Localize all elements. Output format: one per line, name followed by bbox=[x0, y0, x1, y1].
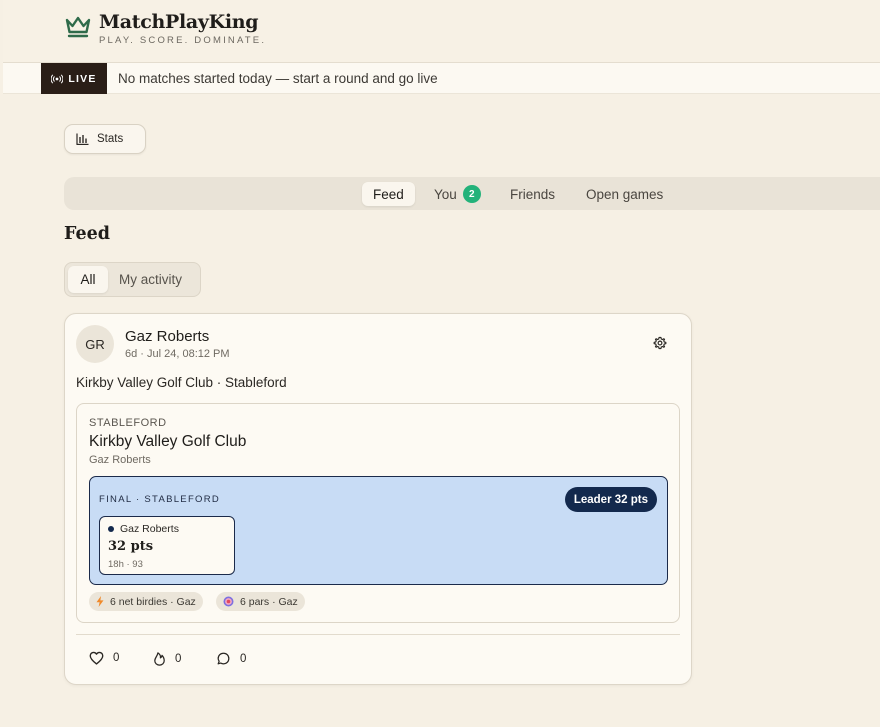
player-score-card[interactable]: Gaz Roberts 32 pts 18h · 93 bbox=[99, 516, 235, 575]
score-card-meta: 18h · 93 bbox=[108, 559, 143, 570]
result-label: FINAL · STABLEFORD bbox=[99, 494, 221, 505]
target-icon bbox=[223, 596, 234, 607]
feed-post-card: GR Gaz Roberts 6d · Jul 24, 08:12 PM Kir… bbox=[64, 313, 692, 685]
fire-count: 0 bbox=[175, 652, 182, 665]
page-title: Feed bbox=[64, 224, 110, 244]
highlight-text: 6 pars · Gaz bbox=[240, 595, 298, 608]
score-card-player: Gaz Roberts bbox=[108, 523, 179, 535]
fire-button[interactable]: 0 bbox=[153, 651, 181, 666]
flame-icon bbox=[154, 652, 165, 666]
like-count: 0 bbox=[113, 652, 120, 664]
tab-you[interactable]: You 2 bbox=[434, 182, 481, 206]
score-card-points: 32 pts bbox=[108, 539, 154, 554]
filter-all[interactable]: All bbox=[68, 266, 108, 293]
stats-button[interactable]: Stats bbox=[64, 124, 146, 154]
round-player: Gaz Roberts bbox=[89, 454, 151, 466]
tab-open-games-label: Open games bbox=[586, 186, 664, 202]
post-author[interactable]: Gaz Roberts bbox=[125, 328, 209, 345]
round-result-panel: FINAL · STABLEFORD Leader 32 pts Gaz Rob… bbox=[89, 476, 668, 585]
divider bbox=[76, 634, 680, 635]
highlight-text: 6 net birdies · Gaz bbox=[110, 595, 196, 608]
crown-logo-icon bbox=[65, 16, 91, 38]
stats-button-label: Stats bbox=[97, 133, 124, 145]
tab-friends[interactable]: Friends bbox=[510, 182, 555, 206]
like-button[interactable]: 0 bbox=[89, 651, 119, 665]
broadcast-icon bbox=[51, 73, 64, 84]
score-card-player-name: Gaz Roberts bbox=[120, 523, 179, 535]
live-badge[interactable]: LIVE bbox=[41, 63, 107, 94]
lightning-icon bbox=[96, 596, 104, 607]
live-banner: LIVE No matches started today — start a … bbox=[3, 62, 880, 94]
post-summary: Kirkby Valley Golf Club · Stableford bbox=[76, 375, 287, 390]
live-badge-label: LIVE bbox=[68, 72, 97, 85]
post-timestamp: 6d · Jul 24, 08:12 PM bbox=[125, 348, 230, 360]
player-dot-icon bbox=[108, 526, 114, 532]
brand[interactable]: MatchPlayKing PLAY. SCORE. DOMINATE. bbox=[99, 11, 266, 46]
round-format: STABLEFORD bbox=[89, 417, 167, 429]
app-header: MatchPlayKing PLAY. SCORE. DOMINATE. bbox=[3, 0, 880, 62]
brand-name: MatchPlayKing bbox=[99, 11, 259, 33]
tab-feed-label: Feed bbox=[373, 186, 404, 202]
feed-filter: All My activity bbox=[64, 262, 201, 297]
tab-friends-label: Friends bbox=[510, 186, 556, 202]
app-frame: MatchPlayKing PLAY. SCORE. DOMINATE. LIV… bbox=[3, 0, 880, 727]
tab-feed[interactable]: Feed bbox=[362, 182, 415, 206]
tab-you-count-badge: 2 bbox=[462, 185, 481, 203]
live-message: No matches started today — start a round… bbox=[118, 71, 438, 86]
gear-icon[interactable] bbox=[653, 336, 667, 350]
filter-my-activity[interactable]: My activity bbox=[119, 266, 182, 293]
highlight-chip: 6 pars · Gaz bbox=[216, 592, 305, 611]
brand-tagline: PLAY. SCORE. DOMINATE. bbox=[99, 35, 267, 46]
leader-badge: Leader 32 pts bbox=[564, 487, 657, 512]
bar-chart-icon bbox=[76, 133, 89, 145]
round-card[interactable]: STABLEFORD Kirkby Valley Golf Club Gaz R… bbox=[76, 403, 680, 623]
highlight-chip: 6 net birdies · Gaz bbox=[89, 592, 203, 611]
tab-you-label: You bbox=[434, 186, 457, 202]
main-tabs: Feed You 2 Friends Open games bbox=[64, 177, 880, 210]
tab-open-games[interactable]: Open games bbox=[586, 182, 663, 206]
comment-button[interactable]: 0 bbox=[216, 651, 246, 666]
heart-icon bbox=[89, 651, 104, 665]
comment-icon bbox=[217, 652, 230, 665]
avatar[interactable]: GR bbox=[76, 325, 114, 363]
round-club-name: Kirkby Valley Golf Club bbox=[89, 433, 247, 450]
comment-count: 0 bbox=[240, 652, 247, 665]
